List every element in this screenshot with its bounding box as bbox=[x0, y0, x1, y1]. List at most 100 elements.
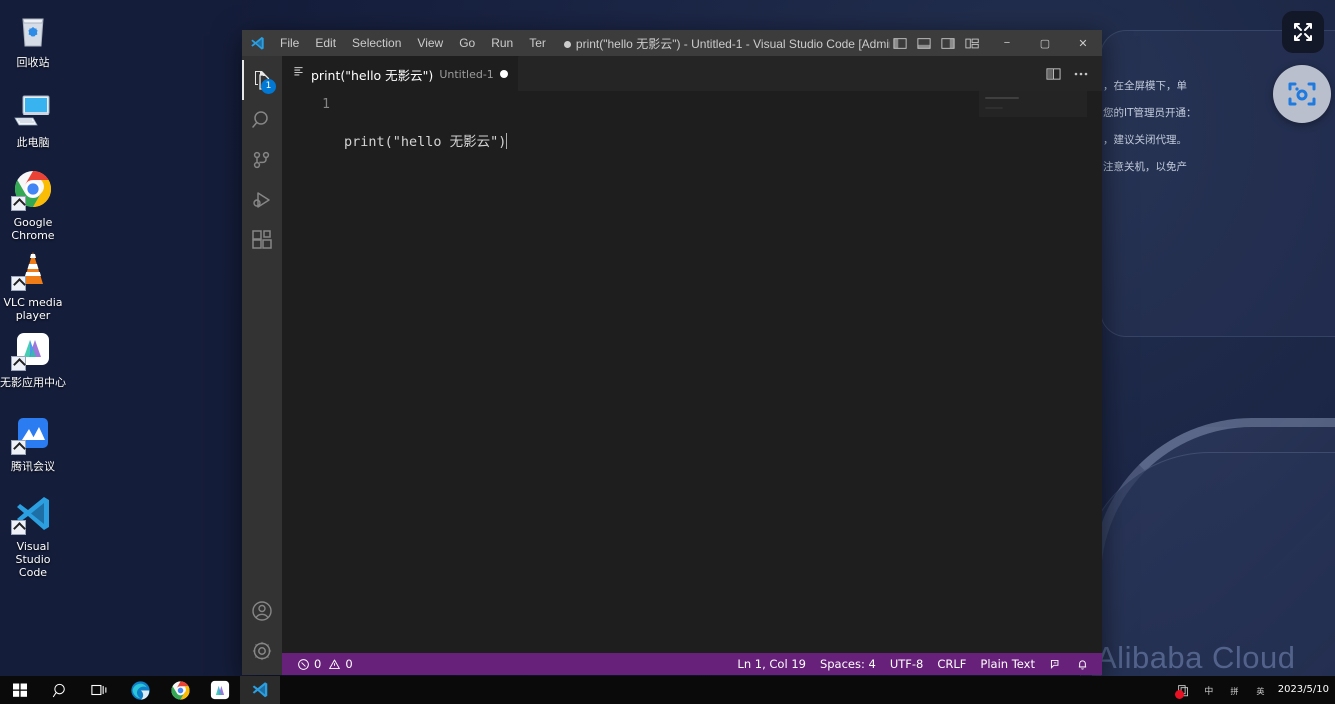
taskbar-task-view-button[interactable] bbox=[80, 676, 120, 704]
settings-button[interactable] bbox=[242, 631, 282, 671]
text-cursor bbox=[506, 133, 508, 149]
desktop-icon-tencent-meeting[interactable]: 腾讯会议 bbox=[0, 412, 66, 473]
taskbar-vscode-button[interactable] bbox=[240, 676, 280, 704]
taskbar-search-button[interactable] bbox=[40, 676, 80, 704]
taskbar-wuying-button[interactable] bbox=[200, 676, 240, 704]
side-panel-line-2: 您的IT管理员开通： bbox=[1103, 107, 1197, 120]
desktop-icon-vlc[interactable]: VLC media player bbox=[0, 248, 66, 322]
fullscreen-expand-button[interactable] bbox=[1282, 11, 1324, 53]
language-mode-status[interactable]: Plain Text bbox=[973, 653, 1042, 675]
error-count: 0 bbox=[314, 657, 322, 671]
code-line-1: print("hello 无影云") bbox=[344, 133, 979, 152]
fullscreen-expand-icon bbox=[1294, 23, 1312, 41]
editor-tab-bar: print("hello 无影云") Untitled-1 bbox=[282, 56, 1102, 91]
maximize-button[interactable]: ▢ bbox=[1026, 30, 1064, 56]
explorer-badge: 1 bbox=[261, 79, 276, 94]
menu-view[interactable]: View bbox=[409, 30, 451, 56]
feedback-icon bbox=[1050, 659, 1059, 669]
svg-text:中: 中 bbox=[1204, 684, 1213, 696]
taskbar-start-button[interactable] bbox=[0, 676, 40, 704]
tray-input-mode-icon[interactable]: 英 bbox=[1254, 682, 1270, 698]
code-text-area[interactable]: print("hello 无影云") bbox=[344, 91, 979, 653]
wallpaper-brand-text: Alibaba Cloud bbox=[1096, 640, 1296, 675]
overview-ruler[interactable] bbox=[1087, 91, 1102, 653]
desktop-icon-recycle-bin[interactable]: 回收站 bbox=[0, 8, 66, 69]
taskbar-tray: 中 拼 英 2023/5/10 bbox=[1174, 682, 1335, 699]
sidebar-item-source-control[interactable] bbox=[242, 140, 282, 180]
minimap-slider[interactable] bbox=[979, 91, 1087, 117]
indentation-status[interactable]: Spaces: 4 bbox=[813, 653, 883, 675]
minimize-button[interactable]: − bbox=[988, 30, 1026, 56]
desktop-icon-this-pc[interactable]: 此电脑 bbox=[0, 88, 66, 149]
desktop-icon-google-chrome[interactable]: Google Chrome bbox=[0, 168, 66, 242]
cursor-position-status[interactable]: Ln 1, Col 19 bbox=[730, 653, 813, 675]
visual-studio-code-icon bbox=[11, 492, 55, 536]
tray-copy-icon[interactable] bbox=[1174, 682, 1192, 699]
menu-terminal[interactable]: Ter bbox=[521, 30, 554, 56]
sidebar-item-run-debug[interactable] bbox=[242, 180, 282, 220]
menu-edit[interactable]: Edit bbox=[307, 30, 344, 56]
code-editor[interactable]: 1 print("hello 无影云") bbox=[282, 91, 1102, 653]
activity-bar-top-group: 1 bbox=[242, 60, 282, 260]
menu-run[interactable]: Run bbox=[483, 30, 521, 56]
status-bar-left: 0 0 bbox=[282, 653, 360, 675]
toggle-panel-icon[interactable] bbox=[914, 33, 934, 53]
activity-bar-bottom-group bbox=[242, 591, 282, 671]
close-button[interactable]: ✕ bbox=[1064, 30, 1102, 56]
shortcut-overlay-icon bbox=[11, 276, 26, 291]
side-panel-line-4: 注意关机，以免产 bbox=[1103, 161, 1187, 174]
sidebar-item-explorer[interactable]: 1 bbox=[242, 60, 282, 100]
toggle-primary-sidebar-icon[interactable] bbox=[890, 33, 910, 53]
vscode-logo-icon bbox=[242, 35, 272, 52]
minimap-line bbox=[985, 97, 1019, 99]
tab-subtitle: Untitled-1 bbox=[439, 67, 494, 81]
menu-file[interactable]: File bbox=[272, 30, 307, 56]
wuying-icon bbox=[210, 680, 230, 700]
vscode-icon bbox=[252, 682, 268, 698]
taskbar-clock[interactable]: 2023/5/10 bbox=[1278, 684, 1329, 696]
feedback-button[interactable] bbox=[1042, 653, 1069, 675]
menu-selection[interactable]: Selection bbox=[344, 30, 409, 56]
taskbar-chrome-button[interactable] bbox=[160, 676, 200, 704]
vscode-status-bar: 0 0 Ln 1, Col 19 Spaces: 4 UTF-8 CRLF Pl… bbox=[282, 653, 1102, 675]
tray-pinyin-icon[interactable]: 拼 bbox=[1228, 682, 1244, 698]
task-view-icon bbox=[91, 684, 107, 696]
svg-text:拼: 拼 bbox=[1230, 685, 1238, 695]
side-panel-text: ，在全屏模下，单 您的IT管理员开通： ，建议关闭代理。 注意关机，以免产 bbox=[1103, 80, 1221, 189]
vscode-editor-area: print("hello 无影云") Untitled-1 1 print("h… bbox=[282, 56, 1102, 675]
scan-assistant-button[interactable] bbox=[1273, 65, 1331, 123]
split-editor-icon[interactable] bbox=[1040, 61, 1066, 87]
shortcut-overlay-icon bbox=[11, 440, 26, 455]
side-panel-line-1: ，在全屏模下，单 bbox=[1103, 80, 1187, 92]
wuying-app-center-icon bbox=[11, 328, 55, 372]
minimap-line bbox=[985, 107, 1003, 109]
problems-status[interactable]: 0 0 bbox=[290, 653, 360, 675]
desktop-icon-wuying-app-center[interactable]: 无影应用中心 bbox=[0, 328, 66, 389]
editor-tab[interactable]: print("hello 无影云") Untitled-1 bbox=[282, 56, 519, 91]
more-actions-icon[interactable] bbox=[1068, 61, 1094, 87]
encoding-status[interactable]: UTF-8 bbox=[883, 653, 931, 675]
sidebar-item-extensions[interactable] bbox=[242, 220, 282, 260]
clock-date: 2023/5/10 bbox=[1277, 684, 1329, 696]
google-chrome-icon bbox=[11, 168, 55, 212]
vlc-media-player-icon bbox=[11, 248, 55, 292]
desktop-icon-vscode[interactable]: Visual Studio Code bbox=[0, 492, 66, 580]
tab-dirty-indicator-icon[interactable] bbox=[499, 70, 508, 78]
taskbar-edge-button[interactable] bbox=[120, 676, 160, 704]
toggle-secondary-sidebar-icon[interactable] bbox=[938, 33, 958, 53]
notifications-button[interactable] bbox=[1069, 653, 1096, 675]
menu-go[interactable]: Go bbox=[451, 30, 483, 56]
windows-taskbar: 中 拼 英 2023/5/10 bbox=[0, 676, 1335, 704]
desktop-icon-label: 回收站 bbox=[16, 56, 50, 69]
eol-status[interactable]: CRLF bbox=[930, 653, 973, 675]
tray-ime-icon[interactable]: 中 bbox=[1202, 682, 1218, 698]
accounts-button[interactable] bbox=[242, 591, 282, 631]
customize-layout-icon[interactable] bbox=[962, 33, 982, 53]
sidebar-item-search[interactable] bbox=[242, 100, 282, 140]
line-number: 1 bbox=[322, 97, 330, 112]
window-title: print("hello 无影云") - Untitled-1 - Visual… bbox=[554, 35, 890, 52]
desktop-icon-label: 无影应用中心 bbox=[0, 376, 66, 389]
vscode-menubar: File Edit Selection View Go Run Ter bbox=[272, 30, 554, 56]
desktop-icon-label: 此电脑 bbox=[16, 136, 50, 149]
editor-minimap[interactable] bbox=[979, 91, 1087, 653]
